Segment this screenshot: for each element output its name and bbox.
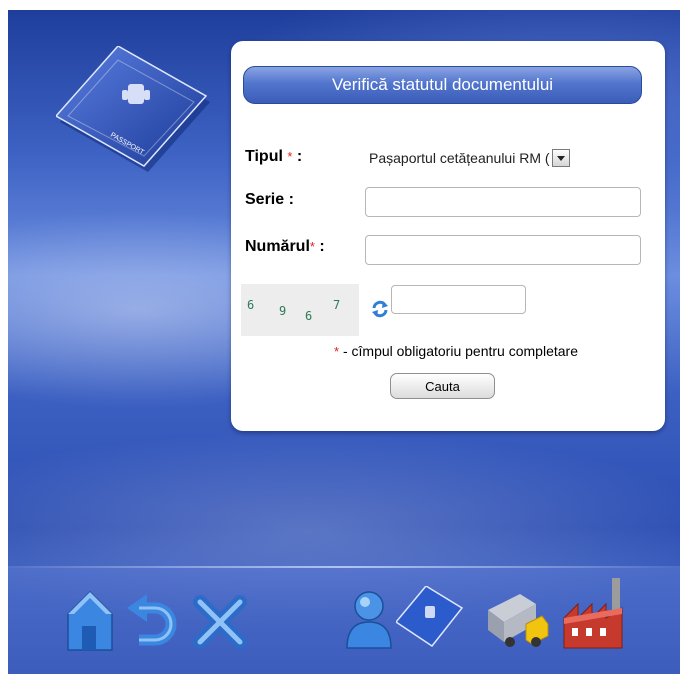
refresh-captcha-icon[interactable]: [370, 299, 390, 324]
chevron-down-icon[interactable]: [551, 149, 570, 168]
captcha-digit: 6: [247, 298, 255, 312]
document-type-value: Pașaportul cetățeanului RM (: [369, 150, 550, 167]
passport-decoration-icon: PASSPORT: [54, 45, 216, 201]
factory-icon[interactable]: [560, 578, 630, 657]
type-label: Tipul * :: [245, 148, 303, 165]
document-status-panel: Verifică statutul documentului Tipul * :…: [231, 41, 665, 431]
series-label: Serie :: [245, 191, 294, 208]
truck-icon[interactable]: [486, 590, 550, 657]
panel-title: Verifică statutul documentului: [243, 66, 642, 104]
back-icon[interactable]: [125, 594, 181, 655]
number-label: Numărul* :: [245, 238, 325, 255]
document-type-select[interactable]: Pașaportul cetățeanului RM (: [369, 147, 639, 168]
home-icon[interactable]: [66, 590, 114, 657]
captcha-digit: 9: [279, 304, 287, 318]
search-button[interactable]: Cauta: [390, 373, 495, 399]
captcha-image: 6 9 6 7: [241, 284, 359, 336]
required-field-note: * - cîmpul obligatoriu pentru completare: [334, 343, 578, 359]
close-icon[interactable]: [192, 594, 248, 655]
captcha-digit: 7: [333, 298, 341, 312]
user-icon[interactable]: [344, 590, 394, 655]
passport-icon[interactable]: [394, 585, 464, 655]
number-input[interactable]: [365, 235, 641, 265]
captcha-digit: 6: [305, 309, 313, 323]
captcha-input[interactable]: [391, 285, 526, 314]
app-window: PASSPORT Verifică statutul documentului …: [8, 10, 680, 674]
series-input[interactable]: [365, 187, 641, 217]
